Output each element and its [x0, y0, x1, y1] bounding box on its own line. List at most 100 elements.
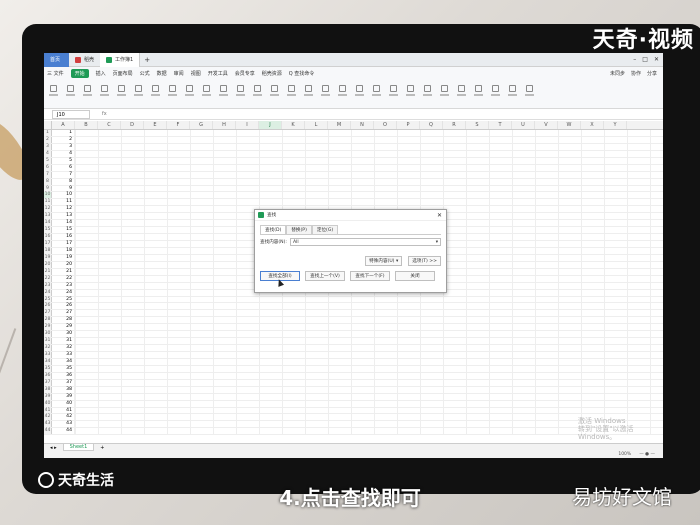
zoom-slider[interactable]: — ● — [639, 452, 655, 457]
select-all-corner[interactable] [44, 121, 52, 129]
empty-cells[interactable] [75, 365, 663, 372]
cell-a[interactable]: 26 [52, 303, 75, 310]
menu-formulas[interactable]: 公式 [140, 70, 150, 77]
column-header[interactable]: U [512, 121, 535, 129]
menu-start[interactable]: 开始 [70, 68, 89, 78]
cell-a[interactable]: 34 [52, 358, 75, 365]
row-header[interactable]: 36 [44, 372, 52, 379]
cell-a[interactable]: 32 [52, 345, 75, 351]
empty-cells[interactable] [75, 192, 663, 199]
row-header[interactable]: 41 [44, 407, 52, 414]
cell-a[interactable]: 20 [52, 261, 75, 268]
column-header[interactable]: W [558, 121, 581, 129]
row-header[interactable]: 8 [44, 178, 52, 185]
cell-a[interactable]: 31 [52, 338, 75, 345]
empty-cells[interactable] [75, 379, 663, 386]
minimize-icon[interactable]: – [633, 56, 636, 63]
menu-data[interactable]: 数据 [157, 70, 167, 77]
cell-a[interactable]: 33 [52, 352, 75, 358]
align-center-button[interactable] [201, 84, 212, 103]
empty-cells[interactable] [75, 324, 663, 331]
column-header[interactable]: O [374, 121, 397, 129]
cell-a[interactable]: 9 [52, 185, 75, 192]
find-next-button[interactable]: 查找下一个(F) [350, 271, 390, 281]
empty-cells[interactable] [75, 400, 663, 407]
special-content-button[interactable]: 特殊内容(U) ▾ [365, 256, 403, 266]
column-header[interactable]: N [351, 121, 374, 129]
sync-status[interactable]: 未同步 [610, 70, 625, 77]
empty-cells[interactable] [75, 171, 663, 178]
tab-home[interactable]: 首页 [44, 53, 69, 67]
row-header[interactable]: 28 [44, 317, 52, 324]
bold-button[interactable] [116, 84, 127, 103]
column-header[interactable]: J [259, 121, 282, 129]
cell-a[interactable]: 40 [52, 400, 75, 407]
filter-button[interactable] [371, 84, 382, 103]
worksheet-button[interactable] [456, 84, 467, 103]
cell-a[interactable]: 6 [52, 164, 75, 171]
cell-a[interactable]: 11 [52, 199, 75, 206]
column-header[interactable]: S [466, 121, 489, 129]
cell-a[interactable]: 4 [52, 150, 75, 157]
column-header[interactable]: E [144, 121, 167, 129]
row-header[interactable]: 31 [44, 338, 52, 345]
menu-member[interactable]: 会员专享 [235, 70, 255, 77]
row-header[interactable]: 12 [44, 206, 52, 213]
row-header[interactable]: 40 [44, 400, 52, 407]
cell-a[interactable]: 12 [52, 206, 75, 213]
merge-center-button[interactable] [218, 84, 229, 103]
tab-goto[interactable]: 定位(G) [311, 225, 339, 234]
menu-resources[interactable]: 稻壳资源 [262, 70, 282, 77]
cell-a[interactable]: 3 [52, 143, 75, 150]
empty-cells[interactable] [75, 345, 663, 351]
tab-workbook[interactable]: 工作簿1 [100, 53, 141, 67]
column-header[interactable]: V [535, 121, 558, 129]
menu-insert[interactable]: 插入 [96, 70, 106, 77]
fill-button[interactable] [405, 84, 416, 103]
row-header[interactable]: 23 [44, 282, 52, 289]
column-header[interactable]: P [397, 121, 420, 129]
chevron-down-icon[interactable]: ▾ [436, 239, 440, 245]
empty-cells[interactable] [75, 358, 663, 365]
empty-cells[interactable] [75, 428, 663, 435]
maximize-icon[interactable]: □ [642, 56, 648, 63]
column-header[interactable]: G [190, 121, 213, 129]
cell-a[interactable]: 37 [52, 379, 75, 386]
row-header[interactable]: 7 [44, 171, 52, 178]
row-header[interactable]: 4 [44, 150, 52, 157]
empty-cells[interactable] [75, 372, 663, 379]
column-header[interactable]: F [167, 121, 190, 129]
row-header[interactable]: 35 [44, 365, 52, 372]
empty-cells[interactable] [75, 393, 663, 400]
row-header[interactable]: 33 [44, 352, 52, 358]
row-header[interactable]: 32 [44, 345, 52, 351]
percent-button[interactable] [269, 84, 280, 103]
font-color-button[interactable] [167, 84, 178, 103]
fill-color-button[interactable] [150, 84, 161, 103]
row-header[interactable]: 15 [44, 227, 52, 234]
cell-style-button[interactable] [337, 84, 348, 103]
cell-a[interactable]: 30 [52, 331, 75, 338]
type-convert-button[interactable] [286, 84, 297, 103]
number-format-button[interactable] [252, 84, 263, 103]
symbol-button[interactable] [524, 84, 535, 103]
menu-view[interactable]: 视图 [191, 70, 201, 77]
options-button[interactable]: 选项(T) >> [408, 256, 441, 266]
column-header[interactable]: X [581, 121, 604, 129]
paste-button[interactable] [48, 84, 59, 103]
row-header[interactable]: 42 [44, 414, 52, 421]
cell-a[interactable]: 36 [52, 372, 75, 379]
cell-a[interactable]: 27 [52, 310, 75, 317]
column-header[interactable]: K [282, 121, 305, 129]
empty-cells[interactable] [75, 136, 663, 143]
menu-file[interactable]: 三 文件 [47, 70, 64, 77]
cell-a[interactable]: 22 [52, 275, 75, 282]
cell-a[interactable]: 43 [52, 421, 75, 428]
empty-cells[interactable] [75, 331, 663, 338]
cell-a[interactable]: 28 [52, 317, 75, 324]
cell-a[interactable]: 1 [52, 130, 75, 136]
row-col-button[interactable] [439, 84, 450, 103]
share-button[interactable]: 分享 [647, 70, 657, 77]
cell-a[interactable]: 5 [52, 157, 75, 164]
sum-button[interactable] [354, 84, 365, 103]
